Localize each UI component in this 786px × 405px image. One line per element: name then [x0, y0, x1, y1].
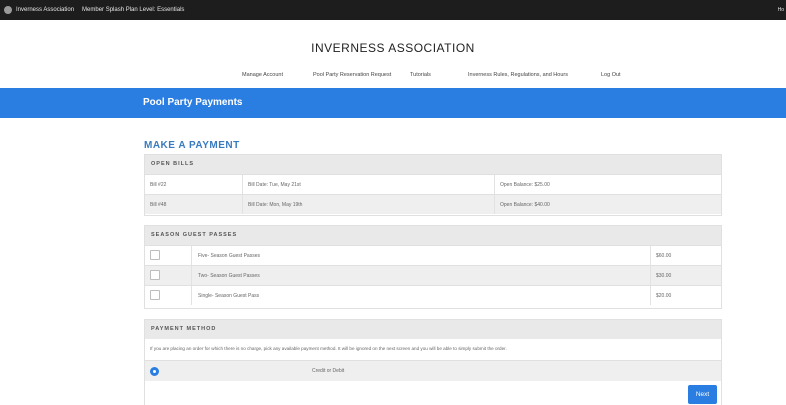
- admin-site-name-link[interactable]: Inverness Association: [16, 7, 74, 13]
- bill-balance: Open Balance: $25.00: [500, 182, 550, 188]
- table-row: Bill #48 Bill Date: Mon, May 19th Open B…: [145, 194, 721, 214]
- nav-log-out[interactable]: Log Out: [601, 72, 621, 78]
- wordpress-icon[interactable]: [4, 6, 12, 14]
- next-button[interactable]: Next: [688, 385, 717, 404]
- nav-manage-account[interactable]: Manage Account: [242, 72, 283, 78]
- nav-rules-regulations[interactable]: Inverness Rules, Regulations, and Hours: [468, 72, 568, 78]
- pass-price: $60.00: [656, 253, 672, 259]
- payment-method-section: PAYMENT METHOD If you are placing an ord…: [144, 319, 722, 405]
- table-row: Five- Season Guest Passes $60.00: [145, 245, 721, 265]
- page-title: Pool Party Payments: [143, 97, 243, 108]
- credit-debit-radio[interactable]: [150, 367, 159, 376]
- pass-label: Single- Season Guest Pass: [198, 293, 260, 299]
- guest-passes-header: SEASON GUEST PASSES: [145, 226, 721, 245]
- bill-date: Bill Date: Tue, May 21st: [248, 182, 301, 188]
- payment-method-note: If you are placing an order for which th…: [150, 346, 507, 351]
- five-pass-checkbox[interactable]: [150, 250, 160, 260]
- open-bills-header: OPEN BILLS: [145, 155, 721, 174]
- admin-bar-right-item[interactable]: Ho: [778, 7, 784, 13]
- nav-tutorials[interactable]: Tutorials: [410, 72, 431, 78]
- pass-label: Two- Season Guest Passes: [198, 273, 260, 279]
- table-row: Bill #22 Bill Date: Tue, May 21st Open B…: [145, 174, 721, 194]
- payment-method-header: PAYMENT METHOD: [145, 320, 721, 339]
- payment-note-row: If you are placing an order for which th…: [145, 339, 721, 360]
- two-pass-checkbox[interactable]: [150, 270, 160, 280]
- payment-option-row[interactable]: Credit or Debit: [145, 360, 721, 381]
- table-row: Two- Season Guest Passes $30.00: [145, 265, 721, 285]
- pass-price: $30.00: [656, 273, 672, 279]
- open-bills-section: OPEN BILLS Bill #22 Bill Date: Tue, May …: [144, 154, 722, 216]
- admin-bar: Inverness Association Member Splash Plan…: [0, 0, 786, 20]
- bill-balance: Open Balance: $40.00: [500, 202, 550, 208]
- main-nav: Manage Account Pool Party Reservation Re…: [0, 72, 786, 84]
- make-payment-heading: MAKE A PAYMENT: [144, 140, 240, 151]
- guest-passes-section: SEASON GUEST PASSES Five- Season Guest P…: [144, 225, 722, 309]
- table-row: Single- Season Guest Pass $20.00: [145, 285, 721, 305]
- payment-option-label: Credit or Debit: [312, 368, 345, 374]
- pass-label: Five- Season Guest Passes: [198, 253, 260, 259]
- membership-plan-link[interactable]: Member Splash Plan Level: Essentials: [82, 7, 184, 13]
- bill-date: Bill Date: Mon, May 19th: [248, 202, 303, 208]
- bill-number: Bill #22: [150, 182, 167, 188]
- site-title: INVERNESS ASSOCIATION: [311, 41, 475, 55]
- bill-number: Bill #48: [150, 202, 167, 208]
- page-banner: Pool Party Payments: [0, 88, 786, 118]
- pass-price: $20.00: [656, 293, 672, 299]
- nav-pool-party-reservation[interactable]: Pool Party Reservation Request: [313, 72, 391, 78]
- single-pass-checkbox[interactable]: [150, 290, 160, 300]
